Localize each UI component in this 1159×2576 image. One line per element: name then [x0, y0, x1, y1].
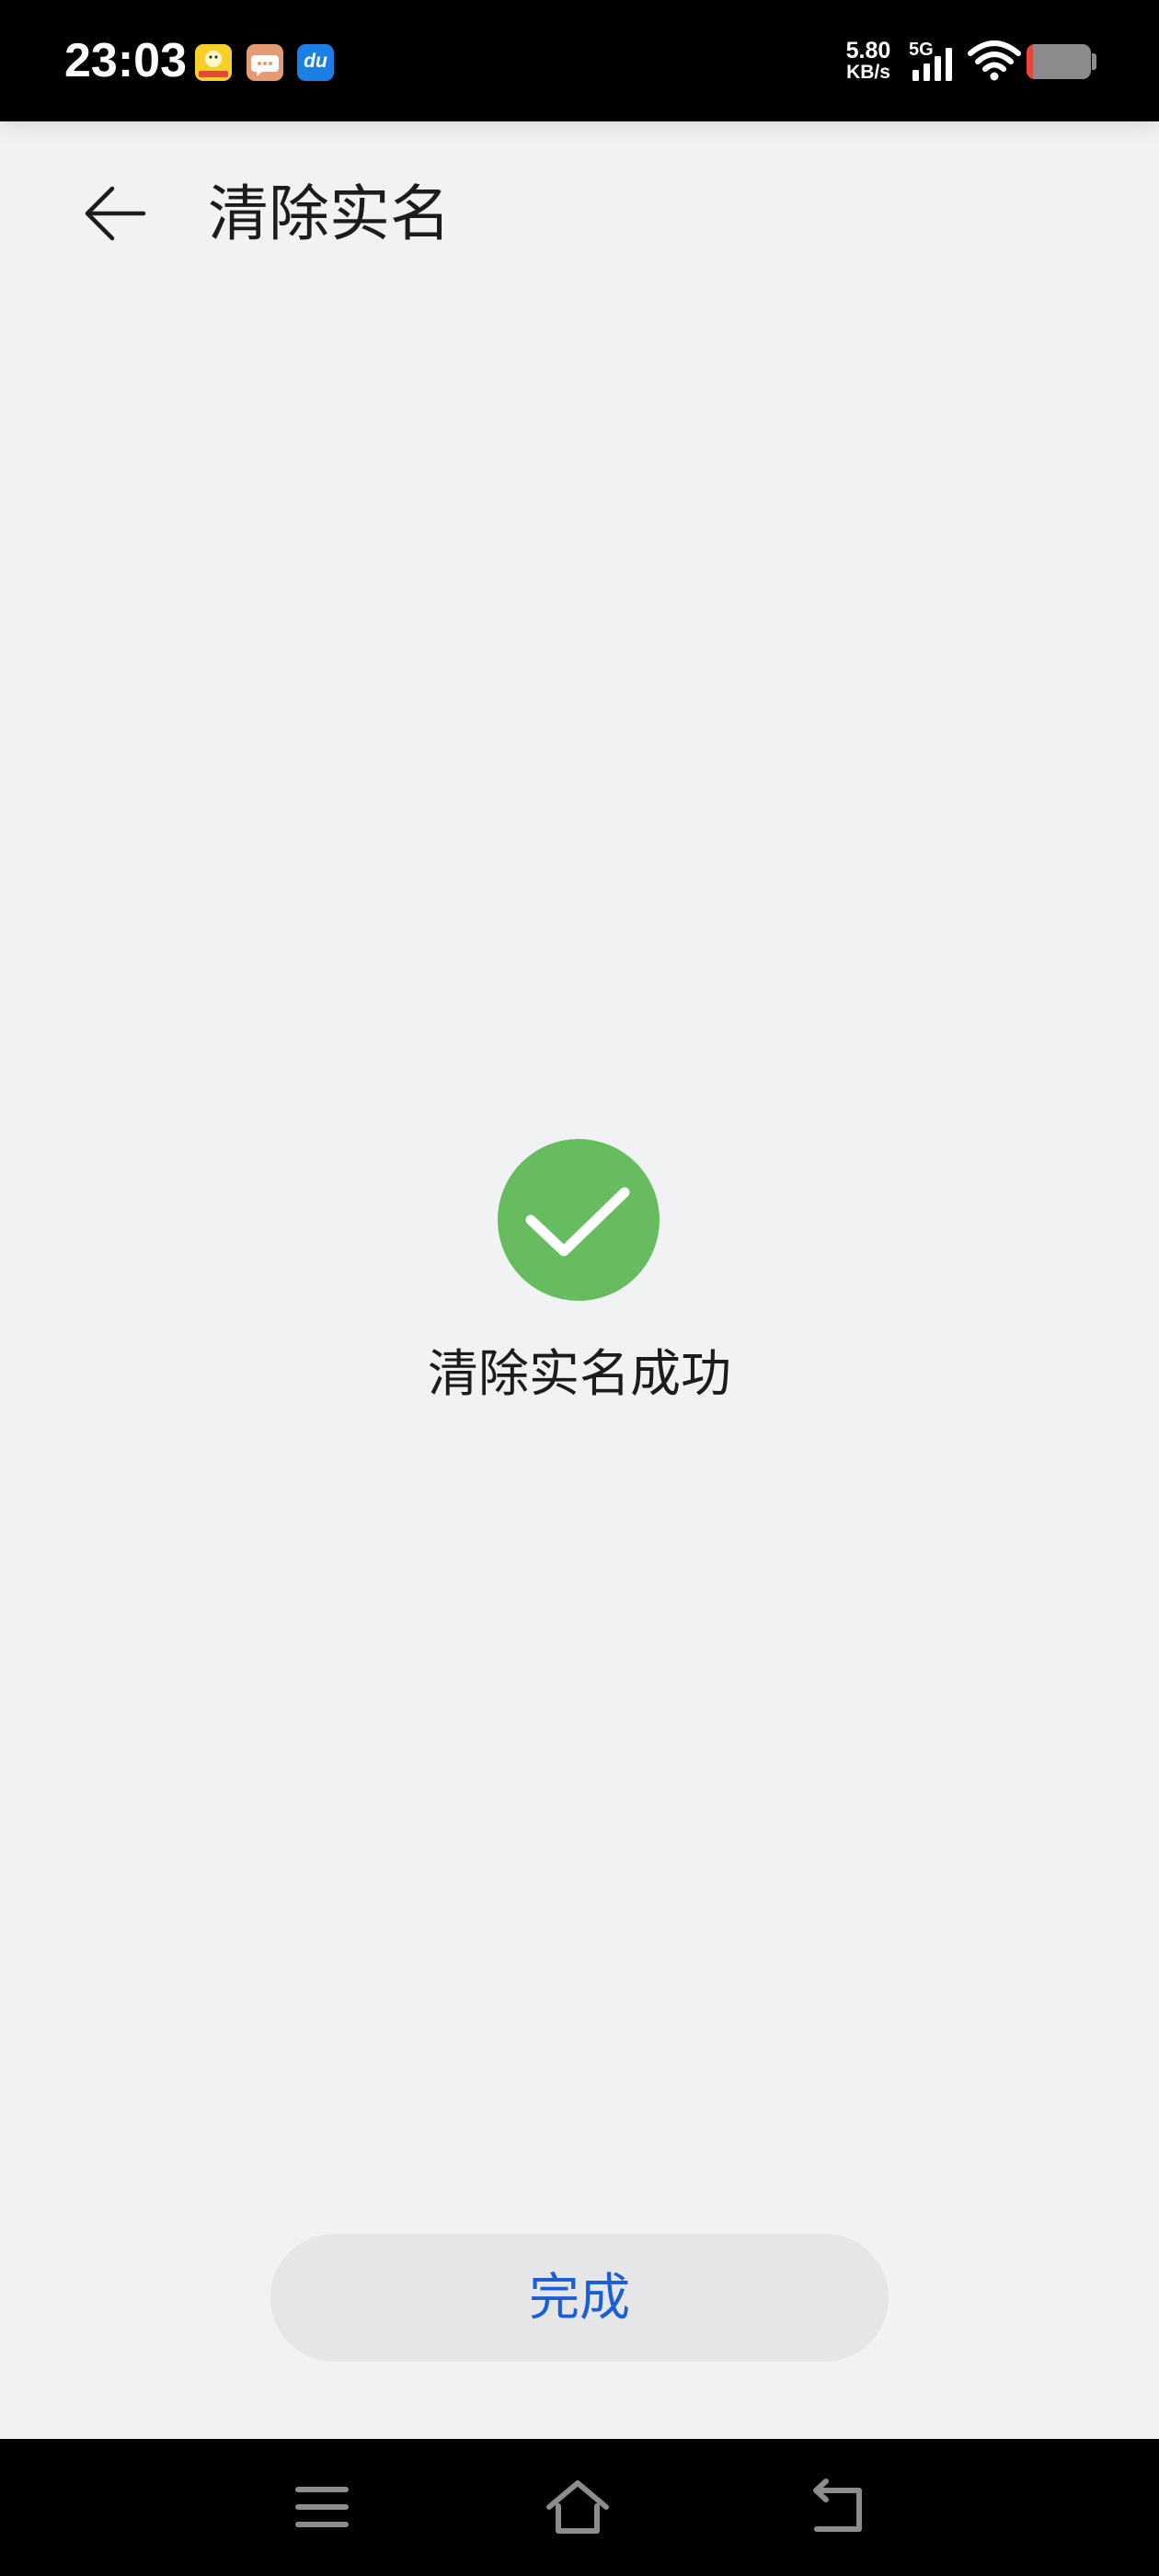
check-circle-bg	[498, 1139, 660, 1301]
network-speed-value: 5.80	[845, 38, 891, 63]
nav-home-button[interactable]	[545, 2474, 611, 2540]
cellular-signal-icon	[912, 48, 952, 81]
back-icon	[813, 2478, 862, 2532]
yellow-app-icon	[195, 44, 232, 81]
battery-icon	[1027, 44, 1091, 79]
nav-back-button[interactable]	[804, 2474, 870, 2540]
nav-menu-button[interactable]	[289, 2474, 355, 2540]
status-time: 23:03	[64, 34, 187, 87]
page-title: 清除实名	[208, 179, 451, 247]
du-app-icon-text: du	[304, 51, 327, 72]
home-icon	[546, 2480, 609, 2534]
navigation-bar	[0, 2439, 1159, 2576]
battery-nub	[1092, 53, 1096, 70]
done-button[interactable]: 完成	[270, 2234, 889, 2362]
battery-fill	[1027, 44, 1033, 79]
result-message: 清除实名成功	[427, 1345, 731, 1402]
wifi-icon	[968, 40, 1021, 81]
check-circle-icon	[498, 1139, 660, 1301]
status-bar: 23:03 du 5.80 KB/s 5G	[0, 0, 1159, 121]
menu-icon	[295, 2487, 349, 2527]
du-app-icon: du	[297, 44, 334, 81]
back-button[interactable]	[79, 178, 151, 249]
network-speed: 5.80 KB/s	[839, 39, 898, 83]
network-speed-unit: KB/s	[846, 62, 890, 83]
back-arrow-icon	[85, 186, 146, 241]
chat-bubble-icon	[247, 44, 283, 81]
